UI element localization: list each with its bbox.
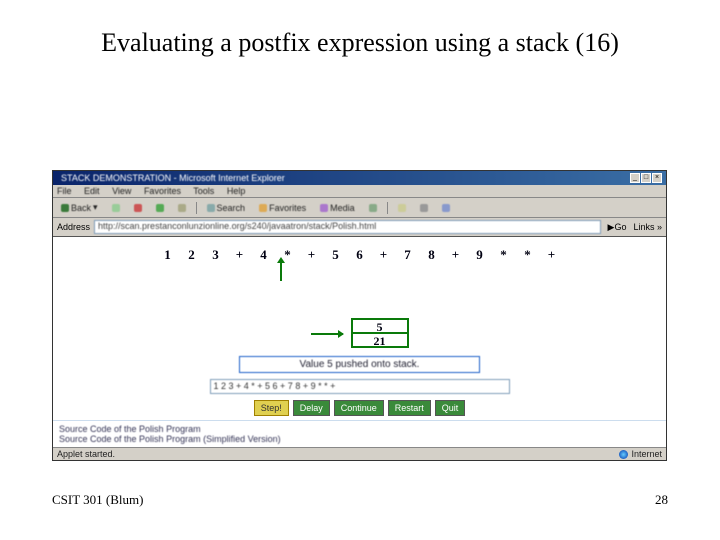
media-button[interactable]: Media [316, 201, 359, 215]
go-button[interactable]: ▶Go [605, 222, 630, 233]
menu-favorites[interactable]: Favorites [144, 186, 181, 196]
restart-button[interactable]: Restart [388, 400, 431, 416]
expr-token: + [547, 247, 557, 263]
window-titlebar: STACK DEMONSTRATION - Microsoft Internet… [53, 171, 666, 185]
expression-input[interactable]: 1 2 3 + 4 * + 5 6 + 7 8 + 9 * * + [210, 379, 510, 394]
toolbar: Back ▾ Search Favorites Media [53, 198, 666, 218]
stop-icon [134, 204, 142, 212]
menu-edit[interactable]: Edit [84, 186, 100, 196]
expr-token: + [235, 247, 245, 263]
continue-button[interactable]: Continue [334, 400, 384, 416]
menu-tools[interactable]: Tools [193, 186, 214, 196]
mail-icon [398, 204, 406, 212]
status-message: Value 5 pushed onto stack. [239, 356, 481, 373]
menu-view[interactable]: View [112, 186, 131, 196]
expr-token: 8 [427, 247, 437, 263]
source-link-2[interactable]: Source Code of the Polish Program (Simpl… [59, 434, 660, 444]
back-button[interactable]: Back ▾ [57, 200, 102, 215]
media-icon [320, 204, 328, 212]
step-button[interactable]: Step! [254, 400, 289, 416]
mail-button[interactable] [394, 202, 410, 214]
home-button[interactable] [174, 202, 190, 214]
maximize-button[interactable]: □ [641, 173, 651, 183]
expr-token: 5 [331, 247, 341, 263]
applet-buttons: Step! Delay Continue Restart Quit [63, 400, 656, 416]
home-icon [178, 204, 186, 212]
delay-button[interactable]: Delay [293, 400, 330, 416]
edit-button[interactable] [438, 202, 454, 214]
source-link-1[interactable]: Source Code of the Polish Program [59, 424, 660, 434]
status-bar: Applet started. Internet [53, 447, 666, 460]
expr-token: 7 [403, 247, 413, 263]
globe-icon [619, 450, 628, 459]
refresh-button[interactable] [152, 202, 168, 214]
expr-token: + [451, 247, 461, 263]
star-icon [259, 204, 267, 212]
window-title: STACK DEMONSTRATION - Microsoft Internet… [61, 173, 285, 183]
history-icon [369, 204, 377, 212]
current-token-pointer [0, 263, 656, 284]
menu-file[interactable]: File [57, 186, 72, 196]
close-button[interactable]: × [652, 173, 662, 183]
slide-footer-right: 28 [655, 492, 668, 508]
stack: 5 21 [351, 320, 409, 348]
print-icon [420, 204, 428, 212]
expr-token: + [379, 247, 389, 263]
stop-button[interactable] [130, 202, 146, 214]
zone-text: Internet [631, 449, 662, 459]
forward-button[interactable] [108, 202, 124, 214]
expression-row: 123+4*+56+78+9**+ [63, 243, 656, 265]
links-label[interactable]: Links » [633, 222, 662, 232]
expr-token: 4 [259, 247, 269, 263]
history-button[interactable] [365, 202, 381, 214]
search-icon [207, 204, 215, 212]
stack-push-arrow [311, 333, 343, 335]
address-input[interactable]: http://scan.prestanconlunzionline.org/s2… [94, 220, 601, 234]
slide-title: Evaluating a postfix expression using a … [0, 0, 720, 66]
expr-token: 3 [211, 247, 221, 263]
favorites-button[interactable]: Favorites [255, 201, 310, 215]
expr-token: * [523, 247, 533, 263]
address-bar: Address http://scan.prestanconlunzionlin… [53, 218, 666, 237]
applet-content: 123+4*+56+78+9**+ 5 21 Value 5 pushed on… [53, 237, 666, 420]
slide-footer-left: CSIT 301 (Blum) [52, 492, 144, 508]
edit-icon [442, 204, 450, 212]
menu-help[interactable]: Help [227, 186, 246, 196]
expr-token: + [307, 247, 317, 263]
expr-token: 6 [355, 247, 365, 263]
search-button[interactable]: Search [203, 201, 250, 215]
expr-token: 2 [187, 247, 197, 263]
stack-cell: 21 [351, 332, 409, 348]
browser-window: STACK DEMONSTRATION - Microsoft Internet… [52, 170, 667, 461]
quit-button[interactable]: Quit [435, 400, 466, 416]
refresh-icon [156, 204, 164, 212]
source-links: Source Code of the Polish Program Source… [53, 420, 666, 447]
expr-token: 1 [163, 247, 173, 263]
back-icon [61, 204, 69, 212]
print-button[interactable] [416, 202, 432, 214]
expr-token: * [499, 247, 509, 263]
menu-bar: File Edit View Favorites Tools Help [53, 185, 666, 198]
address-label: Address [57, 222, 90, 232]
status-text: Applet started. [57, 449, 115, 459]
expr-token: 9 [475, 247, 485, 263]
forward-icon [112, 204, 120, 212]
minimize-button[interactable]: _ [630, 173, 640, 183]
